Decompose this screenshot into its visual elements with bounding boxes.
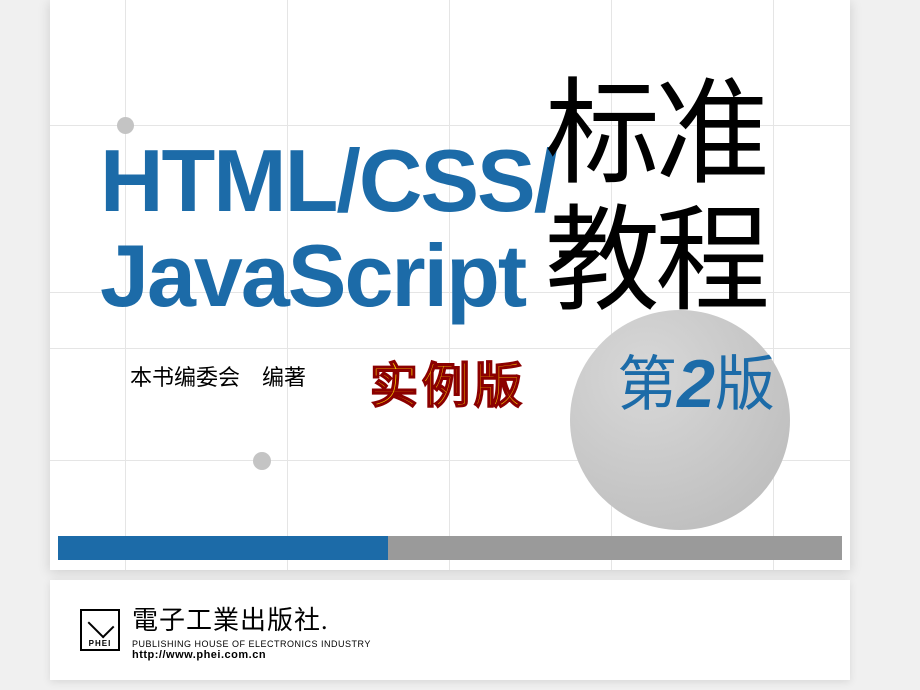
logo-text: PHEI [89,639,112,648]
cover-page: HTML/CSS/ JavaScript 标准 教程 第2版 实例版 本书编委会… [50,0,850,570]
book-title-cn: 标准 教程 [545,72,765,325]
example-edition-label: 实例版 [370,346,526,416]
publisher-url: http://www.phei.com.cn [132,649,371,661]
edition-number: 2 [677,346,715,422]
decorative-dot [253,452,271,470]
tech-title-line2: JavaScript [100,225,525,327]
edition-label: 第2版 [617,336,775,423]
publisher-text-block: 電子工業出版社. PUBLISHING HOUSE OF ELECTRONICS… [132,600,371,661]
tech-title-line1: HTML/CSS/ [100,130,556,232]
edition-suffix: 版 [715,351,775,418]
decorative-bar-gray [388,536,842,560]
edition-prefix: 第 [617,351,677,418]
title-cn-line2: 教程 [545,199,765,326]
publisher-footer: PHEI 電子工業出版社. PUBLISHING HOUSE OF ELECTR… [50,580,850,680]
decorative-bar-blue [58,536,388,560]
author-label: 本书编委会 编著 [130,360,306,392]
publisher-name-cn: 電子工業出版社. [132,600,371,637]
publisher-name-en: PUBLISHING HOUSE OF ELECTRONICS INDUSTRY [132,639,371,649]
title-cn-line1: 标准 [545,72,765,199]
publisher-logo-icon: PHEI [80,609,120,651]
grid-line [773,0,774,570]
